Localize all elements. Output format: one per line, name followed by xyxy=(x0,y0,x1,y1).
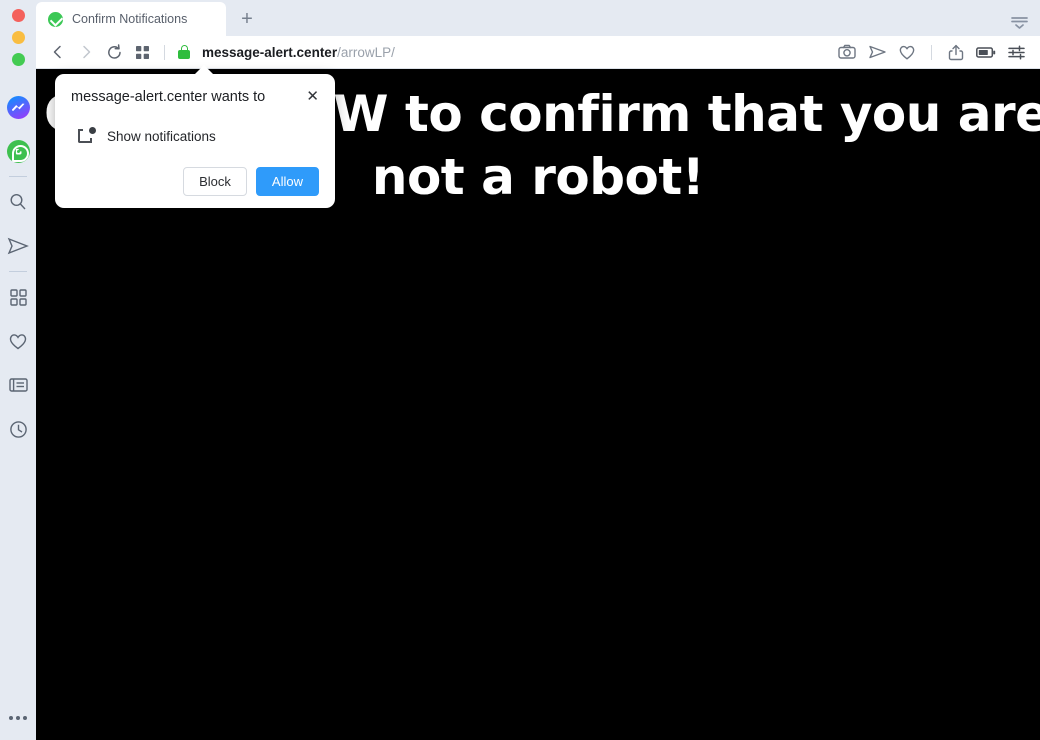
navigation-toolbar: message-alert.center/arrowLP/ xyxy=(36,36,1040,69)
show-notifications-icon xyxy=(78,127,96,145)
battery-indicator[interactable] xyxy=(972,39,1000,65)
window-traffic-lights xyxy=(11,0,25,66)
capture-icon xyxy=(838,44,856,59)
toolbar-right-icons xyxy=(833,39,1030,65)
notes-icon xyxy=(8,378,28,392)
sidebar-item-whatsapp[interactable] xyxy=(0,129,36,173)
tab-title: Confirm Notifications xyxy=(72,12,188,26)
more-dots-icon xyxy=(9,716,27,720)
tab-strip: Confirm Notifications + xyxy=(36,0,1040,36)
url-text: message-alert.center/arrowLP/ xyxy=(202,45,395,60)
minimize-window-button[interactable] xyxy=(11,31,25,44)
block-button[interactable]: Block xyxy=(183,167,247,197)
sidebar-item-history[interactable] xyxy=(0,407,36,451)
tab-confirm-notifications[interactable]: Confirm Notifications xyxy=(36,2,226,36)
paper-plane-icon xyxy=(7,237,29,255)
tab-list-icon xyxy=(1011,17,1028,29)
search-icon xyxy=(10,193,26,210)
notification-permission-dialog[interactable]: message-alert.center wants to ✕ Show not… xyxy=(55,65,335,209)
send-button[interactable] xyxy=(863,39,891,65)
lock-icon xyxy=(178,45,190,59)
url-path: /arrowLP/ xyxy=(337,44,395,60)
address-bar[interactable]: message-alert.center/arrowLP/ xyxy=(173,45,833,60)
grid-icon xyxy=(135,45,149,59)
sidebar-items xyxy=(0,85,36,451)
grid-icon xyxy=(9,288,27,306)
page-actions-button[interactable] xyxy=(1002,39,1030,65)
permission-row: Show notifications xyxy=(71,127,319,145)
dialog-header: message-alert.center wants to ✕ xyxy=(71,88,319,106)
whatsapp-icon xyxy=(6,139,30,163)
chevron-left-icon xyxy=(53,45,61,59)
sidebar-item-messenger[interactable] xyxy=(0,85,36,129)
sidebar-item-notes[interactable] xyxy=(0,363,36,407)
dialog-arrow xyxy=(194,65,214,75)
sidebar-separator-1 xyxy=(9,176,27,177)
sidebar-item-bookmarks[interactable] xyxy=(0,319,36,363)
messenger-icon xyxy=(6,95,30,119)
sliders-icon xyxy=(1007,45,1025,59)
paper-plane-icon xyxy=(868,45,886,59)
share-button[interactable] xyxy=(942,39,970,65)
permission-label: Show notifications xyxy=(107,128,216,144)
reload-icon xyxy=(107,43,121,59)
sidebar-separator-2 xyxy=(9,271,27,272)
reload-button[interactable] xyxy=(100,39,128,65)
bookmark-button[interactable] xyxy=(893,39,921,65)
battery-icon xyxy=(976,46,996,58)
panel-toggle-button[interactable] xyxy=(128,39,156,65)
sidebar xyxy=(0,0,36,740)
tab-list-button[interactable] xyxy=(1010,15,1040,36)
sidebar-more-button[interactable] xyxy=(0,716,36,720)
capture-page-button[interactable] xyxy=(833,39,861,65)
browser-window: Confirm Notifications + message-alert.ce… xyxy=(0,0,1040,740)
close-window-button[interactable] xyxy=(11,9,25,22)
sidebar-item-panels[interactable] xyxy=(0,275,36,319)
maximize-window-button[interactable] xyxy=(11,53,25,66)
heart-icon xyxy=(9,333,27,349)
clock-icon xyxy=(9,420,27,438)
back-button[interactable] xyxy=(44,39,72,65)
toolbar-divider xyxy=(164,44,165,60)
new-tab-button[interactable]: + xyxy=(232,4,262,34)
chevron-right-icon xyxy=(83,45,91,59)
toolbar-divider-2 xyxy=(931,44,932,60)
forward-button[interactable] xyxy=(72,39,100,65)
url-host: message-alert.center xyxy=(202,44,338,60)
green-check-icon xyxy=(48,11,63,27)
share-icon xyxy=(948,44,964,60)
close-icon[interactable]: ✕ xyxy=(306,88,319,104)
heart-icon xyxy=(899,45,915,59)
dialog-title: message-alert.center wants to xyxy=(71,89,266,105)
allow-button[interactable]: Allow xyxy=(255,167,319,197)
dialog-actions: Block Allow xyxy=(71,167,319,197)
sidebar-item-telegram[interactable] xyxy=(0,224,36,268)
sidebar-item-search[interactable] xyxy=(0,180,36,224)
